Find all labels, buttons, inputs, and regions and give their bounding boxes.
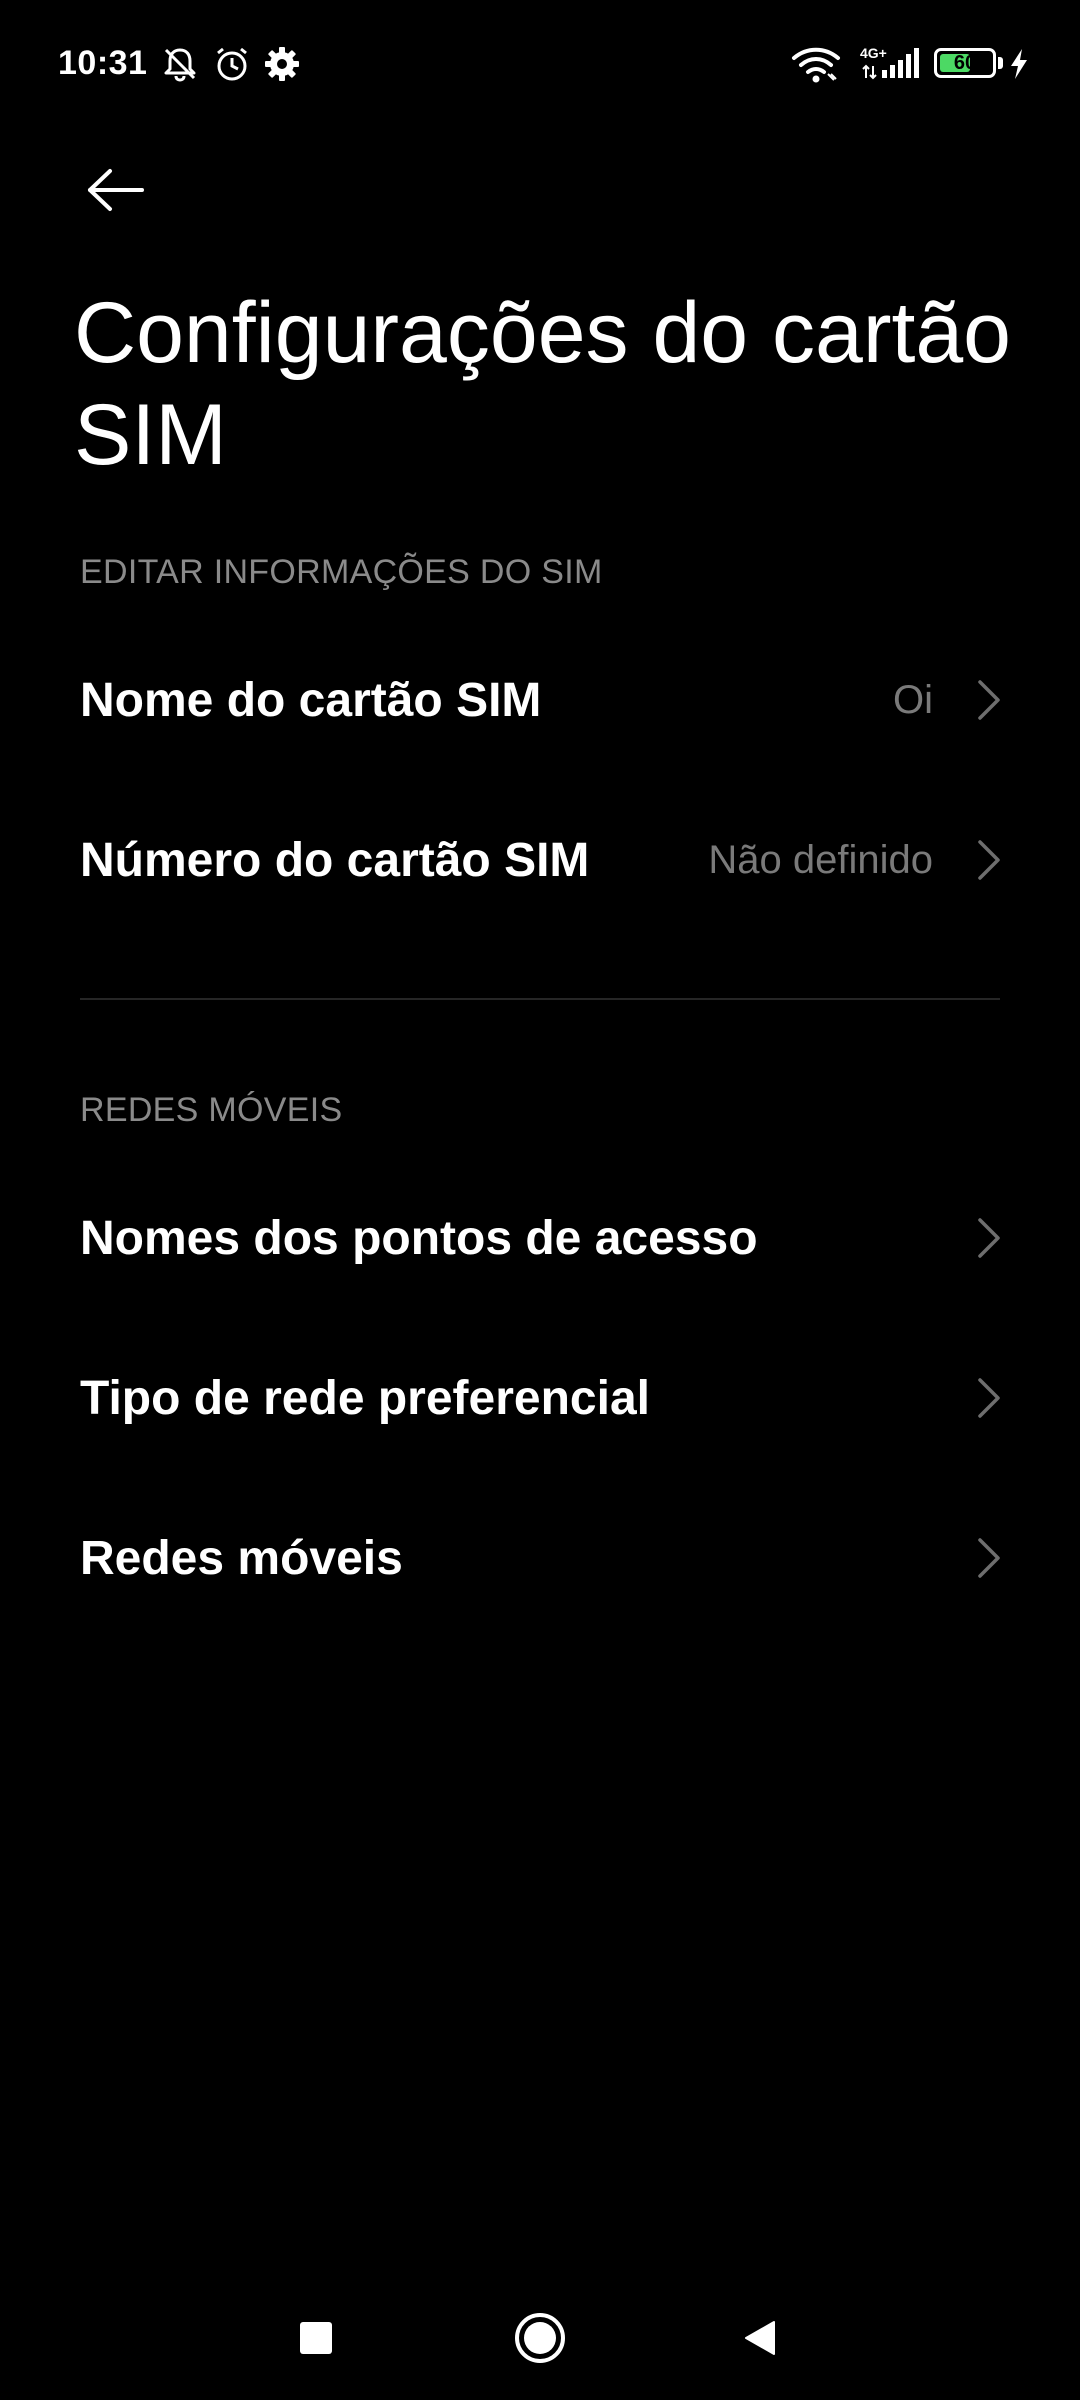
access-point-names-row[interactable]: Nomes dos pontos de acesso	[0, 1158, 1080, 1318]
battery-icon: 60	[934, 48, 996, 78]
status-time: 10:31	[58, 44, 148, 82]
back-button[interactable]	[72, 146, 160, 234]
bell-off-icon	[160, 44, 200, 89]
section-divider	[80, 998, 1000, 1000]
chevron-right-icon	[978, 1378, 1000, 1418]
recents-button[interactable]	[268, 2290, 364, 2386]
preferred-network-type-row[interactable]: Tipo de rede preferencial	[0, 1318, 1080, 1478]
sim-number-row[interactable]: Número do cartão SIM Não definido	[0, 780, 1080, 940]
recents-square-icon	[300, 2322, 332, 2354]
back-nav-button[interactable]	[712, 2290, 808, 2386]
chevron-right-icon	[978, 1538, 1000, 1578]
home-circle-icon	[515, 2313, 565, 2363]
wifi-icon	[790, 46, 842, 89]
arrow-left-icon	[88, 169, 144, 211]
page-title: Configurações do cartão SIM	[74, 285, 1012, 483]
sim-name-label: Nome do cartão SIM	[80, 673, 542, 727]
signal-icon	[862, 48, 922, 85]
battery-cap	[998, 57, 1003, 69]
mobile-networks-row[interactable]: Redes móveis	[0, 1478, 1080, 1638]
sim-number-label: Número do cartão SIM	[80, 833, 590, 887]
access-point-names-label: Nomes dos pontos de acesso	[80, 1211, 758, 1265]
chevron-right-icon	[978, 680, 1000, 720]
sim-number-value: Não definido	[708, 837, 933, 882]
back-triangle-icon	[745, 2321, 775, 2355]
sim-name-value: Oi	[893, 677, 933, 722]
preferred-network-type-label: Tipo de rede preferencial	[80, 1371, 650, 1425]
status-bar: 10:31 4G+ 60	[0, 0, 1080, 130]
chevron-right-icon	[978, 840, 1000, 880]
home-button[interactable]	[492, 2290, 588, 2386]
navigation-bar	[0, 2270, 1080, 2400]
mobile-networks-label: Redes móveis	[80, 1531, 403, 1585]
chevron-right-icon	[978, 1218, 1000, 1258]
battery-level: 60	[953, 52, 977, 74]
alarm-icon	[212, 44, 252, 89]
gear-icon	[262, 44, 302, 89]
charging-icon	[1008, 48, 1030, 85]
sim-name-row[interactable]: Nome do cartão SIM Oi	[0, 620, 1080, 780]
section-header-mobile-networks: REDES MÓVEIS	[80, 1091, 343, 1129]
section-header-sim-info: EDITAR INFORMAÇÕES DO SIM	[80, 553, 603, 591]
